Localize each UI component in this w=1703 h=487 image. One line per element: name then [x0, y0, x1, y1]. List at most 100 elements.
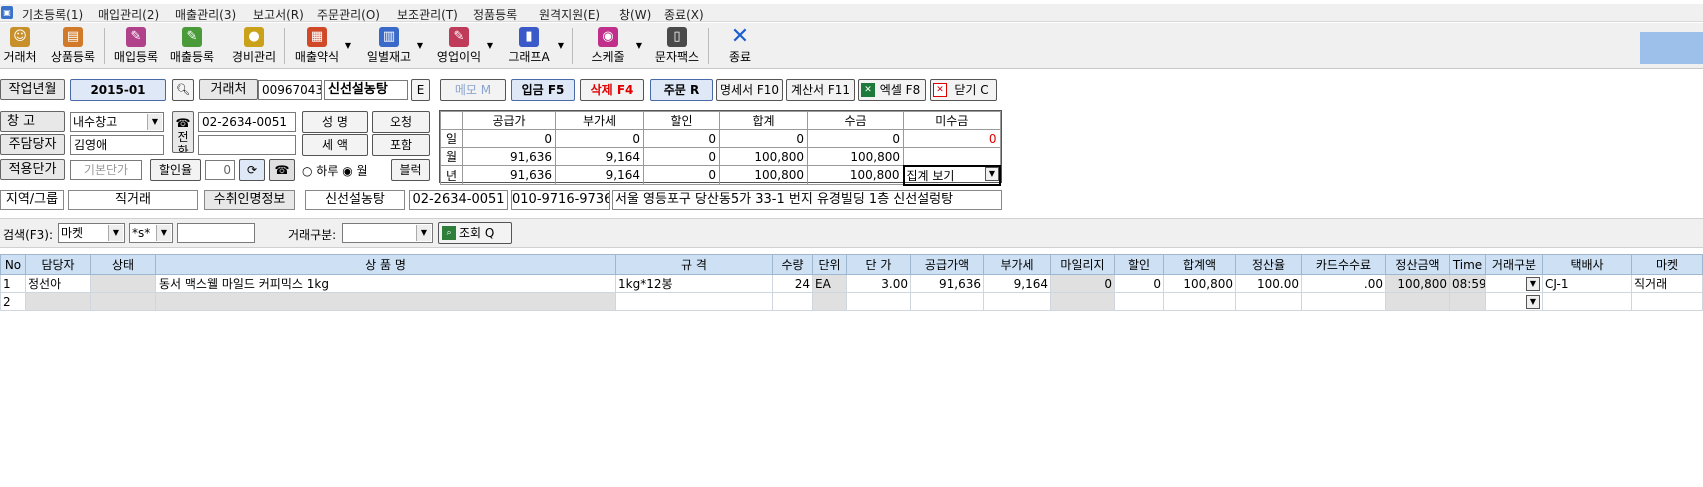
menu-purchase[interactable]: 매입관리(2) [98, 6, 159, 23]
toolbar-expense-button[interactable]: ● 경비관리 [229, 25, 279, 67]
toolbar-sales-simple-button[interactable]: ▦ 매출약식 ▼ [292, 25, 351, 67]
summary-header: 할인 [643, 111, 720, 130]
menu-remote[interactable]: 원격지원(E) [539, 6, 600, 23]
recipient-phone: 02-2634-0051 [409, 190, 508, 210]
menu-sales[interactable]: 매출관리(3) [175, 6, 236, 23]
menu-exit[interactable]: 종료(X) [664, 6, 704, 23]
phone2-field[interactable] [198, 135, 296, 155]
excel-button[interactable]: ✕ 엑셀 F8 [858, 79, 926, 101]
col-header[interactable]: 카드수수료 [1301, 254, 1386, 275]
chevron-down-icon[interactable]: ▼ [1526, 294, 1540, 309]
col-header[interactable]: 부가세 [983, 254, 1051, 275]
order-button[interactable]: 주문 R [650, 79, 713, 101]
work-ym-field[interactable]: 2015-01 [70, 79, 166, 101]
menu-report[interactable]: 보고서(R) [253, 6, 304, 23]
menu-window[interactable]: 창(W) [619, 6, 651, 23]
warehouse-select[interactable]: 내수창고 ▼ [70, 112, 164, 132]
col-header[interactable]: 단위 [812, 254, 847, 275]
dropdown-arrow-icon[interactable]: ▼ [487, 41, 493, 50]
delete-button[interactable]: 삭제 F4 [580, 79, 644, 101]
refresh-icon[interactable]: ⟳ [239, 159, 265, 181]
price-field[interactable]: 기본단가 [70, 160, 142, 180]
menu-aux[interactable]: 보조관리(T) [397, 6, 458, 23]
col-header[interactable]: 담당자 [25, 254, 91, 275]
period-radio-group: ○ 하루 ◉ 월 [302, 162, 368, 179]
recipient-info-button[interactable]: 수취인명정보 [204, 190, 295, 210]
close-button[interactable]: ✕ 닫기 C [930, 79, 997, 101]
col-header[interactable]: No [0, 254, 26, 275]
region-group-value[interactable]: 직거래 [68, 190, 198, 210]
query-button[interactable]: ⌕ 조회 Q [438, 222, 512, 244]
toolbar-daily-stock-button[interactable]: ▥ 일별재고 ▼ [364, 25, 423, 67]
invoice-button[interactable]: 계산서 F11 [786, 79, 855, 101]
manager-field[interactable]: 김영애 [70, 135, 164, 155]
menu-license[interactable]: 정품등록 [473, 6, 517, 23]
toolbar-graph-button[interactable]: ▮ 그래프A ▼ [503, 25, 564, 67]
col-header[interactable]: 할인 [1114, 254, 1164, 275]
name-option-button[interactable]: 오청 [372, 111, 430, 133]
dropdown-arrow-icon[interactable]: ▼ [636, 41, 642, 50]
chevron-down-icon[interactable]: ▼ [1526, 276, 1540, 291]
search-icon[interactable]: 🔍︎ [172, 79, 194, 101]
summary-row-year: 년 91,636 9,164 0 100,800 100,800 집계 보기 ▼ [440, 164, 1001, 186]
product-icon: ▤ [63, 27, 83, 47]
toolbar-sales-button[interactable]: ✎ 매출등록 [167, 25, 217, 67]
trade-type-select[interactable]: ▼ [342, 223, 433, 243]
toolbar-schedule-button[interactable]: ◉ 스케줄 ▼ [583, 25, 642, 67]
telephone-icon[interactable]: ☎ [269, 159, 295, 181]
block-button[interactable]: 블럭 [391, 159, 430, 181]
search-field-select[interactable]: 마켓 ▼ [58, 223, 125, 243]
warehouse-label: 창 고 [0, 111, 65, 132]
dropdown-arrow-icon[interactable]: ▼ [417, 41, 423, 50]
col-header[interactable]: 상태 [90, 254, 156, 275]
trade-type-cell[interactable]: ▼ [1485, 292, 1543, 311]
client-name-field[interactable]: 신선설농탕 [324, 80, 408, 100]
toolbar-purchase-button[interactable]: ✎ 매입등록 [111, 25, 161, 67]
tax-option-button[interactable]: 포함 [372, 134, 430, 156]
menu-basic[interactable]: 기초등록(1) [22, 6, 83, 23]
summary-header: 부가세 [555, 111, 644, 130]
col-header[interactable]: 정산율 [1235, 254, 1302, 275]
col-header[interactable]: 규 격 [615, 254, 773, 275]
col-header[interactable]: 수량 [772, 254, 813, 275]
statement-button[interactable]: 명세서 F10 [716, 79, 783, 101]
discount-field[interactable]: 0 [205, 160, 235, 180]
phone-field[interactable]: 02-2634-0051 [198, 112, 296, 132]
toolbar-product-button[interactable]: ▤ 상품등록 [48, 25, 98, 67]
menu-bar: ▣ 기초등록(1) 매입관리(2) 매출관리(3) 보고서(R) 주문관리(O)… [0, 4, 1703, 22]
chevron-down-icon: ▼ [108, 225, 123, 241]
col-header[interactable]: 택배사 [1542, 254, 1632, 275]
radio-month[interactable]: ◉ 월 [342, 164, 367, 178]
memo-button[interactable]: 메모 M [440, 79, 506, 101]
toolbar-exit-button[interactable]: ✕ 종료 [715, 25, 765, 67]
col-header[interactable]: 공급가액 [910, 254, 984, 275]
toolbar-client-button[interactable]: ☺ 거래처 [0, 25, 40, 67]
col-header[interactable]: 합계액 [1163, 254, 1236, 275]
col-header[interactable]: 단 가 [846, 254, 911, 275]
table-row[interactable]: 1 정선아 동서 맥스웰 마일드 커피믹스 1kg 1kg*12봉 24 EA … [0, 274, 1703, 293]
menu-order[interactable]: 주문관리(O) [317, 6, 380, 23]
trade-type-cell[interactable]: ▼ [1485, 274, 1543, 293]
profit-icon: ✎ [449, 27, 469, 47]
col-header[interactable]: 정산금액 [1385, 254, 1450, 275]
sms-fax-icon: ▯ [667, 27, 687, 47]
ipgum-button[interactable]: 입금 F5 [511, 79, 575, 101]
radio-day[interactable]: ○ 하루 [302, 164, 338, 178]
search-input[interactable] [177, 223, 255, 243]
view-select[interactable]: 집계 보기 ▼ [902, 164, 1001, 186]
schedule-icon: ◉ [598, 27, 618, 47]
search-mode-select[interactable]: *s* ▼ [129, 223, 173, 243]
client-code-field[interactable]: 00967043 [258, 80, 322, 100]
toolbar-profit-button[interactable]: ✎ 영업이익 ▼ [434, 25, 493, 67]
dropdown-arrow-icon[interactable]: ▼ [558, 41, 564, 50]
client-edit-button[interactable]: E [411, 79, 430, 101]
toolbar-sms-fax-button[interactable]: ▯ 문자팩스 [652, 25, 702, 67]
window-button-area[interactable] [1640, 32, 1703, 64]
col-header[interactable]: 거래구분 [1485, 254, 1543, 275]
col-header[interactable]: 마일리지 [1050, 254, 1115, 275]
dropdown-arrow-icon[interactable]: ▼ [345, 41, 351, 50]
col-header[interactable]: Time [1449, 254, 1486, 275]
table-row[interactable]: 2 ▼ [0, 292, 1703, 311]
col-header[interactable]: 상 품 명 [155, 254, 616, 275]
col-header[interactable]: 마켓 [1631, 254, 1703, 275]
